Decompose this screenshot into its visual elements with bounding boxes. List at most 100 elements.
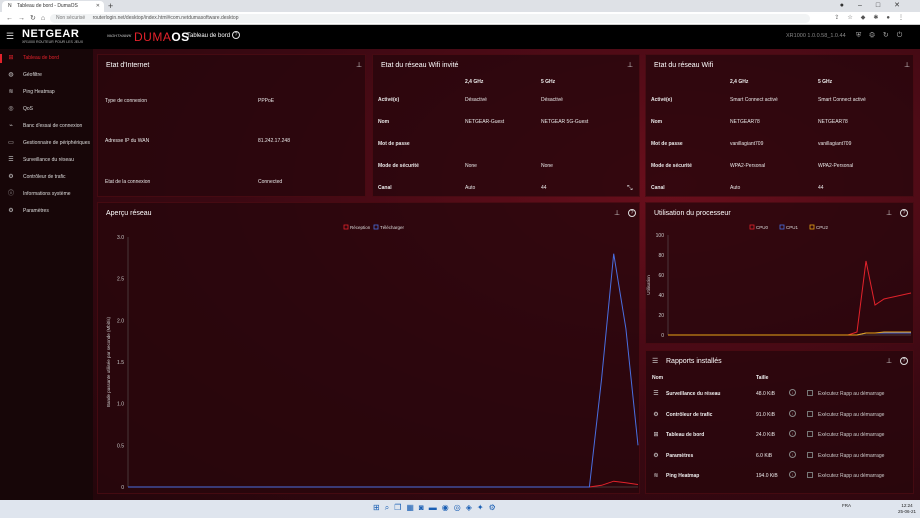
close-window-icon[interactable]: ✕ [894,2,914,9]
profile-icon[interactable]: ● [840,2,858,9]
sidebar-item[interactable]: ⚙ Paramètres [0,203,93,220]
extensions-icon[interactable]: ✱ [873,15,886,21]
extension-icon[interactable]: ◆ [861,15,874,21]
legend-label: CPU1 [786,225,799,230]
panel-title: Etat d'Internet [106,62,150,69]
autostart-checkbox[interactable] [807,472,813,478]
sidebar-item[interactable]: ◎ QoS [0,101,93,118]
pin-icon[interactable]: ⊥ [886,357,892,365]
hamburger-menu-icon[interactable]: ☰ [6,31,14,42]
netgear-logo: NETGEAR [22,28,80,40]
autostart-checkbox[interactable] [807,431,813,437]
new-tab-button[interactable]: + [108,0,113,12]
system-tray[interactable]: FRA [842,503,851,508]
edit-icon[interactable]: ⤡ [627,185,633,193]
internet-value: Connected [258,179,283,185]
legend-label: CPU0 [756,225,769,230]
reports-scrollbar[interactable] [913,373,914,441]
report-size: 6.0 KiB [756,452,773,459]
pin-icon[interactable]: ⊥ [627,61,633,69]
widgets-icon[interactable]: ▦ [406,503,419,512]
wifi-row-value: WPA2-Personal [818,163,854,169]
info-icon[interactable]: i [789,389,796,396]
sidebar-item[interactable]: ⌁ Banc d'essai de connexion [0,118,93,135]
store-icon[interactable]: ◈ [466,503,477,512]
browser-toolbar-icons: ⇪☆◆✱●⋮ [834,12,912,25]
info-icon[interactable]: i [789,430,796,437]
browser-tab[interactable]: N Tableau de bord - DumaOS ✕ [2,1,104,12]
sidebar-item[interactable]: ⓘ Informations système [0,186,93,203]
series-line [128,480,639,488]
pin-icon[interactable]: ⊥ [356,61,362,69]
legend-swatch [779,224,785,230]
sidebar-item[interactable]: ▭ Gestionnaire de périphériques [0,135,93,152]
power-icon[interactable]: ⏻ [897,32,911,39]
autostart-checkbox[interactable] [807,451,813,458]
wifi-row-value: Smart Connect activé [818,97,866,103]
y-tick-label: 1.0 [117,402,124,408]
security-indicator[interactable]: Non sécurisé [56,15,85,21]
sidebar-item[interactable]: ⊞ Tableau de bord [0,50,93,67]
sidebar-item[interactable]: ◍ Géofiltre [0,67,93,84]
sidebar-item-label: Gestionnaire de périphériques [23,140,90,146]
info-icon[interactable]: i [789,409,796,417]
sidebar-item[interactable]: ⚙ Contrôleur de trafic [0,169,93,186]
reload-icon[interactable]: ↻ [30,15,41,22]
search-icon[interactable]: ⌕ [385,503,394,512]
refresh-icon[interactable]: ↻ [883,32,897,39]
globe-icon: ◍ [8,72,14,78]
wifi-row-label: Nom [378,119,390,125]
wifi-row-label: Activé(e) [651,97,673,103]
heatmap-icon: ≋ [8,89,14,95]
share-icon[interactable]: ⇪ [834,15,847,21]
maximize-icon[interactable]: □ [876,2,894,9]
home-icon[interactable]: ⌂ [41,15,50,22]
task-view-icon[interactable]: ❐ [394,503,406,512]
forward-icon[interactable]: → [18,15,30,22]
window-controls[interactable]: ●–□✕ [840,0,914,12]
autostart-label: Exécutez Rapp au démarrage [818,432,885,438]
column-header: 5 GHz [541,79,556,85]
start-icon[interactable]: ⊞ [373,503,385,512]
shield-icon[interactable]: ⛨ [856,32,869,39]
nav-buttons: ←→↻⌂ [6,12,50,25]
app-icon[interactable]: ✦ [477,503,489,512]
y-tick-label: 0.5 [117,443,124,449]
autostart-checkbox[interactable] [807,390,813,396]
pin-icon[interactable]: ⊥ [904,61,910,69]
lang-indicator: FRA [842,503,851,508]
info-icon[interactable]: i [789,471,796,478]
sidebar-item-label: Informations système [23,191,71,197]
sidebar-item[interactable]: ≋ Ping Heatmap [0,84,93,101]
menu-dots-icon[interactable]: ⋮ [898,15,912,21]
edge-icon[interactable]: ◉ [442,503,454,512]
chat-icon[interactable]: ◙ [419,503,429,512]
internet-label: Type de connexion [105,98,147,104]
report-size: 91.0 KiB [756,411,775,418]
minimize-icon[interactable]: – [858,2,876,9]
chrome-icon[interactable]: ◎ [454,503,466,512]
settings-app-icon[interactable]: ⚙ [489,503,501,512]
report-name: Ping Heatmap [666,473,700,479]
close-tab-icon[interactable]: ✕ [96,1,100,12]
back-icon[interactable]: ← [6,15,18,22]
legend-label: Réception [350,225,371,230]
wifi-row-value: None [465,163,477,169]
url-field[interactable]: Non sécurisé routerlogin.net/desktop/ind… [50,14,810,23]
menu-icon[interactable]: ☰ [652,357,658,365]
autostart-label: Exécutez Rapp au démarrage [818,473,885,479]
star-icon[interactable]: ☆ [847,15,860,21]
taskbar-clock[interactable]: 12:24 25-06-21 [898,503,916,515]
info-icon[interactable]: i [789,450,796,458]
avatar-icon[interactable]: ● [886,15,898,21]
wifi-row-label: Mode de sécurité [378,163,419,169]
wifi-row-value: NETGEAR 5G-Guest [541,119,589,125]
gear-icon[interactable]: ⚙ [869,32,883,39]
explorer-icon[interactable]: ▬ [429,503,442,512]
page-title: Tableau de bord [187,33,231,39]
sidebar-item[interactable]: ☰ Surveillance du réseau [0,152,93,169]
help-icon[interactable]: ? [900,357,908,365]
help-icon[interactable]: ? [232,31,240,39]
autostart-checkbox[interactable] [807,410,813,417]
wifi-row-value: Auto [465,185,476,191]
